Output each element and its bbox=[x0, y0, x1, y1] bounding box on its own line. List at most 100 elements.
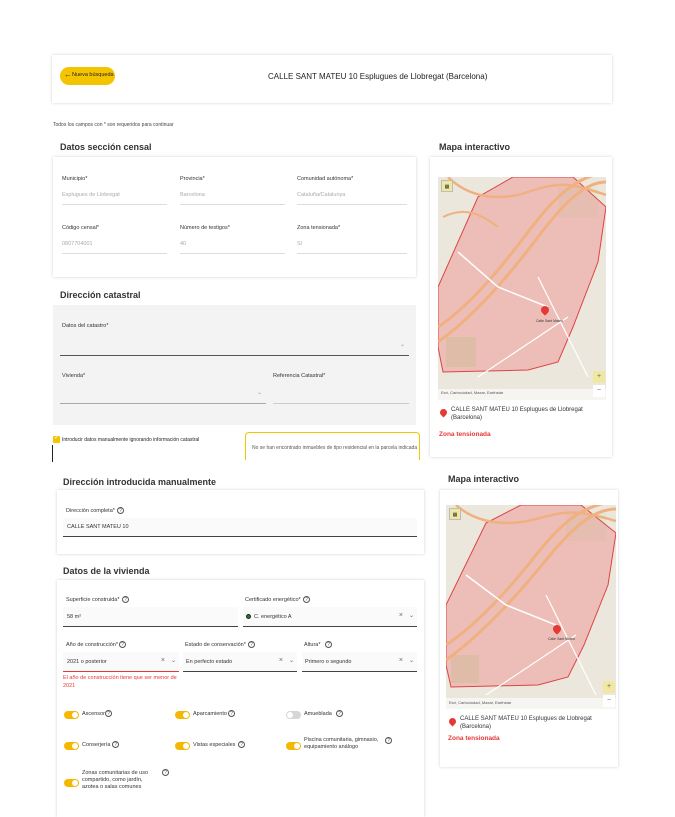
aparcamiento-toggle[interactable] bbox=[175, 711, 190, 719]
altura-select[interactable]: Primero o segundo × ⌄ bbox=[302, 652, 417, 672]
estado-value: En perfecto estado bbox=[186, 659, 233, 665]
manual-checkbox-label: Introducir datos manualmente ignorando i… bbox=[62, 437, 200, 443]
chevron-down-icon[interactable]: ⌄ bbox=[171, 657, 176, 664]
codigo-label: Código censal* bbox=[62, 225, 99, 231]
zoom-in-button[interactable]: + bbox=[593, 371, 605, 383]
anio-value: 2021 o posterior bbox=[67, 659, 107, 665]
question-circle-icon[interactable]: ? bbox=[325, 641, 332, 648]
notice-box: No se han encontrado inmuebles de tipo r… bbox=[245, 432, 420, 460]
question-circle-icon[interactable]: ? bbox=[162, 769, 169, 776]
comunidad-field: Cataluña/Catalunya bbox=[297, 192, 407, 205]
comunidad-label: Comunidad autónoma* bbox=[297, 176, 354, 182]
anio-select[interactable]: 2021 o posterior × ⌄ bbox=[63, 652, 179, 672]
arrow-left-icon: ← bbox=[64, 70, 72, 79]
catastro-select[interactable]: ⌄ bbox=[60, 335, 409, 356]
anio-error: El año de construcción tiene que ser men… bbox=[63, 675, 177, 689]
certificado-select[interactable]: C. energético A × ⌄ bbox=[243, 607, 417, 627]
chevron-down-icon[interactable]: ⌄ bbox=[289, 657, 294, 664]
referencia-field bbox=[273, 384, 409, 404]
ascensor-toggle[interactable] bbox=[64, 711, 79, 719]
manual-title: Dirección introducida manualmente bbox=[63, 477, 217, 487]
map1-svg bbox=[438, 177, 606, 400]
zonas-label: Zonas comunitarias de uso compartido, co… bbox=[82, 770, 149, 790]
testigos-field: 40 bbox=[180, 241, 285, 254]
energy-dot-icon bbox=[246, 614, 251, 619]
question-circle-icon[interactable]: ? bbox=[119, 641, 126, 648]
vivienda-select[interactable]: ⌄ bbox=[60, 384, 266, 404]
catastro-label: Datos del catastro* bbox=[62, 323, 109, 329]
aparcamiento-label: Aparcamiento bbox=[193, 711, 227, 717]
question-circle-icon[interactable]: ? bbox=[228, 710, 235, 717]
map2-pin-label: Calle Sant Mateu bbox=[548, 637, 575, 641]
estado-select[interactable]: En perfecto estado × ⌄ bbox=[183, 652, 297, 672]
chevron-down-icon[interactable]: ⌄ bbox=[409, 657, 414, 664]
back-button-label: Nueva búsqueda bbox=[72, 72, 114, 78]
certificado-label: Certificado energético* bbox=[245, 597, 301, 603]
piscina-label: Piscina comunitaria, gimnasio, equipamie… bbox=[304, 737, 379, 750]
divider-mark bbox=[52, 445, 53, 462]
zoom-out-button[interactable]: − bbox=[603, 695, 615, 707]
manual-checkbox[interactable]: ✓ bbox=[53, 435, 60, 443]
question-circle-icon[interactable]: ? bbox=[238, 741, 245, 748]
layers-icon[interactable]: ▦ bbox=[441, 180, 453, 192]
close-icon[interactable]: × bbox=[399, 657, 403, 664]
chevron-down-icon: ⌄ bbox=[399, 342, 405, 348]
question-circle-icon[interactable]: ? bbox=[385, 737, 392, 744]
map2-canvas[interactable]: Calle Sant Mateu ▦ + − Esri, Cartociudad… bbox=[446, 505, 616, 709]
ascensor-label: Ascensor bbox=[82, 711, 105, 717]
required-note: Todos los campos con * son requeridos pa… bbox=[53, 122, 174, 128]
codigo-field: 0807704001 bbox=[62, 241, 167, 254]
map2-svg bbox=[446, 505, 616, 709]
superficie-field[interactable]: 58 m² bbox=[63, 607, 238, 627]
map1-attribution: Esri, Cartociudad, Maxar, Earthstar bbox=[441, 390, 504, 395]
back-button[interactable]: ← Nueva búsqueda bbox=[60, 67, 115, 85]
chevron-down-icon: ⌄ bbox=[256, 390, 262, 396]
direccion-label: Dirección completa* bbox=[66, 508, 115, 514]
map2-address: CALLE SANT MATEU 10 Esplugues de Llobreg… bbox=[460, 716, 592, 730]
anio-label: Año de construcción* bbox=[66, 642, 118, 648]
question-circle-icon[interactable]: ? bbox=[105, 710, 112, 717]
direccion-value: CALLE SANT MATEU 10 bbox=[67, 524, 129, 530]
zoom-in-button[interactable]: + bbox=[603, 681, 615, 693]
tensionada-field: Sí bbox=[297, 241, 407, 254]
close-icon[interactable]: × bbox=[279, 657, 283, 664]
question-circle-icon[interactable]: ? bbox=[336, 710, 343, 717]
municipio-label: Municipio* bbox=[62, 176, 88, 182]
question-circle-icon[interactable]: ? bbox=[122, 596, 129, 603]
vistas-toggle[interactable] bbox=[175, 742, 190, 750]
direccion-field[interactable]: CALLE SANT MATEU 10 bbox=[63, 518, 417, 537]
zonas-toggle[interactable] bbox=[64, 779, 79, 787]
superficie-value: 58 m² bbox=[67, 614, 82, 620]
piscina-toggle[interactable] bbox=[286, 742, 301, 750]
tensionada-label: Zona tensionada* bbox=[297, 225, 341, 231]
amueblada-toggle[interactable] bbox=[286, 711, 301, 719]
provincia-label: Provincia* bbox=[180, 176, 205, 182]
map1-address: CALLE SANT MATEU 10 Esplugues de Llobreg… bbox=[451, 407, 583, 421]
close-icon[interactable]: × bbox=[161, 657, 165, 664]
chevron-down-icon[interactable]: ⌄ bbox=[409, 612, 414, 619]
testigos-label: Número de testigos* bbox=[180, 225, 230, 231]
map1-canvas[interactable]: Calle Sant Mateu ▦ + − Esri, Cartociudad… bbox=[438, 177, 606, 400]
catastral-title: Dirección catastral bbox=[60, 290, 141, 300]
notice-text: No se han encontrado inmuebles de tipo r… bbox=[252, 445, 418, 451]
map1-title: Mapa interactivo bbox=[439, 142, 511, 152]
certificado-value: C. energético A bbox=[254, 614, 292, 620]
question-circle-icon[interactable]: ? bbox=[303, 596, 310, 603]
map1-zone: Zona tensionada bbox=[439, 431, 491, 438]
map2-zone: Zona tensionada bbox=[448, 735, 500, 742]
municipio-field: Esplugues de Llobregat bbox=[62, 192, 167, 205]
altura-label: Altura* bbox=[304, 642, 321, 648]
zoom-out-button[interactable]: − bbox=[593, 385, 605, 397]
conserjeria-toggle[interactable] bbox=[64, 742, 79, 750]
question-circle-icon[interactable]: ? bbox=[112, 741, 119, 748]
map2-attribution: Esri, Cartociudad, Maxar, Earthstar bbox=[449, 700, 512, 705]
layers-icon[interactable]: ▦ bbox=[449, 508, 461, 520]
provincia-field: Barcelona bbox=[180, 192, 285, 205]
vivienda-label: Vivienda* bbox=[62, 373, 86, 379]
question-circle-icon[interactable]: ? bbox=[117, 507, 124, 514]
question-circle-icon[interactable]: ? bbox=[248, 641, 255, 648]
censal-title: Datos sección censal bbox=[60, 142, 152, 152]
amueblada-label: Amueblada bbox=[304, 711, 332, 717]
close-icon[interactable]: × bbox=[399, 612, 403, 619]
conserjeria-label: Conserjería bbox=[82, 742, 111, 748]
